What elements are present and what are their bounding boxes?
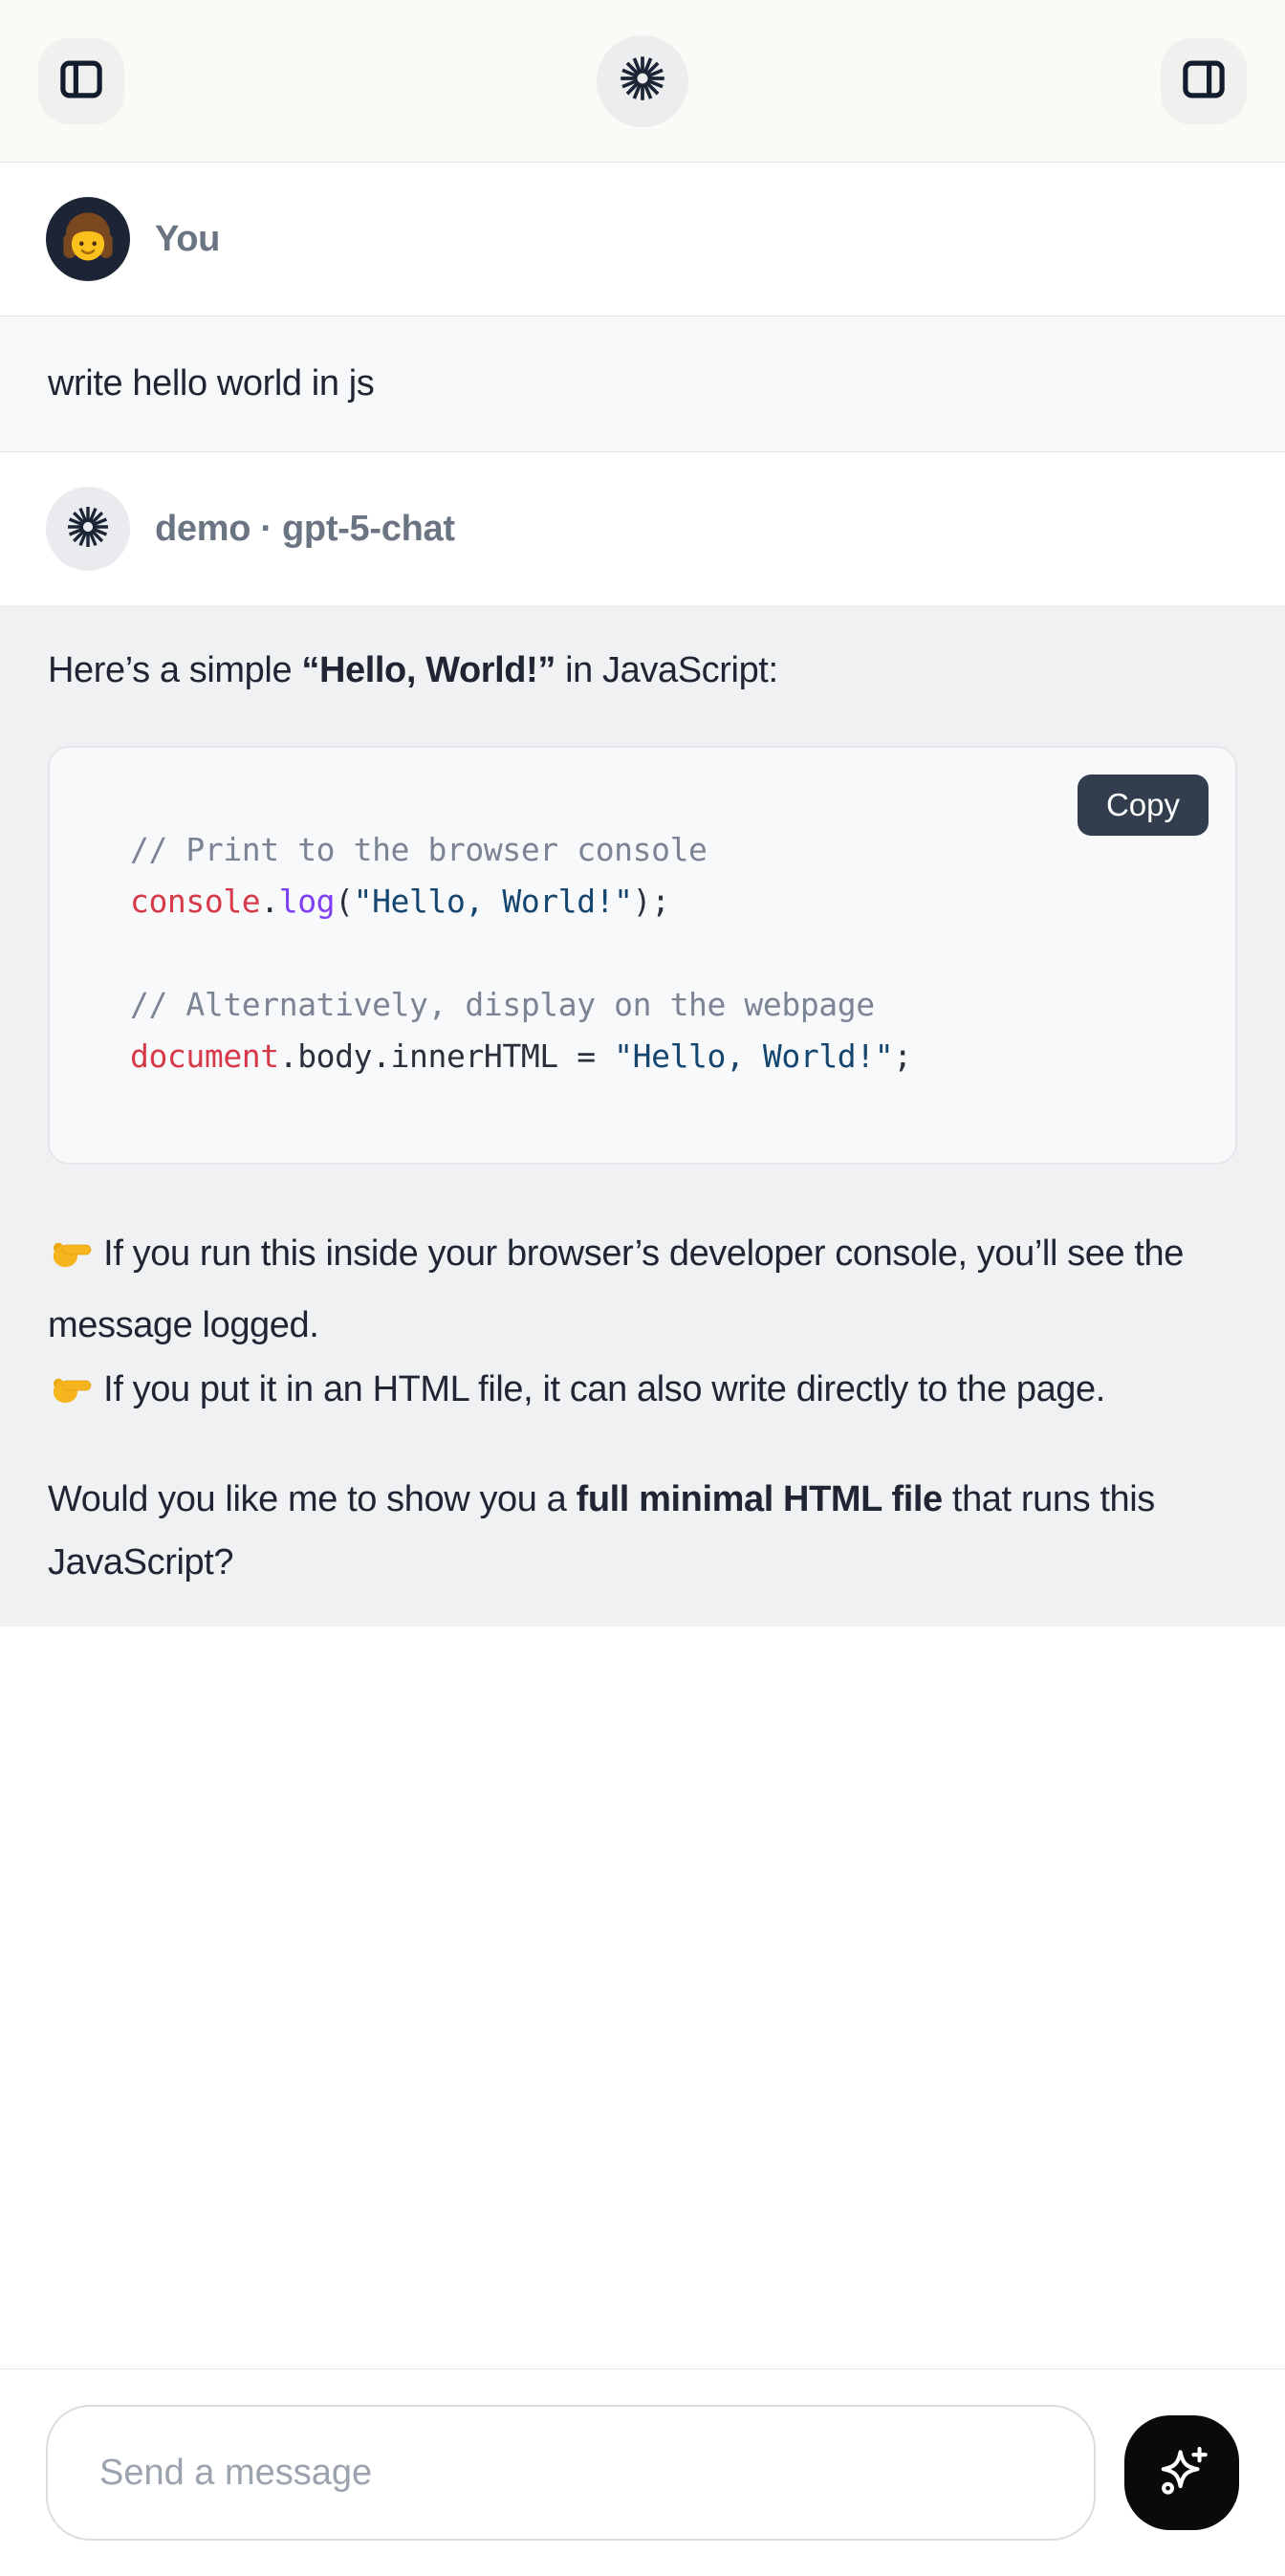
- top-bar: [0, 0, 1285, 163]
- chat-empty-space: [0, 1626, 1285, 2369]
- user-name-label: You: [155, 219, 220, 260]
- assistant-turn-header: demo · gpt-5-chat: [0, 452, 1285, 605]
- send-button[interactable]: [1124, 2415, 1239, 2530]
- copy-button[interactable]: Copy: [1078, 775, 1209, 836]
- sidebar-toggle-button[interactable]: [38, 38, 124, 124]
- composer: [0, 2369, 1285, 2576]
- user-turn-header: You: [0, 163, 1285, 316]
- pointing-right-icon: [48, 1365, 92, 1430]
- panel-left-icon: [55, 54, 107, 108]
- starburst-icon: [65, 504, 111, 555]
- chat-app: You write hello world in js demo · gpt-5…: [0, 0, 1285, 2576]
- starburst-logo-icon: [618, 54, 667, 108]
- message-input[interactable]: [46, 2405, 1096, 2541]
- code-content: // Print to the browser console console.…: [50, 748, 1235, 1164]
- user-message: write hello world in js: [0, 316, 1285, 452]
- app-logo: [597, 35, 688, 127]
- panel-right-icon: [1178, 54, 1230, 108]
- assistant-tips-text: If you run this inside your browser’s de…: [48, 1222, 1237, 1429]
- assistant-message: Here’s a simple “Hello, World!” in JavaS…: [0, 605, 1285, 1626]
- user-turn: You write hello world in js: [0, 163, 1285, 452]
- sparkle-icon: [1150, 2440, 1213, 2506]
- assistant-avatar: [46, 487, 130, 571]
- right-panel-toggle-button[interactable]: [1161, 38, 1247, 124]
- assistant-question-text: Would you like me to show you a full min…: [48, 1468, 1237, 1594]
- assistant-intro-text: Here’s a simple “Hello, World!” in JavaS…: [48, 642, 1237, 700]
- person-emoji-icon: [46, 197, 130, 281]
- assistant-turn: demo · gpt-5-chat Here’s a simple “Hello…: [0, 452, 1285, 1626]
- code-block: Copy // Print to the browser console con…: [48, 746, 1237, 1166]
- user-avatar: [46, 197, 130, 281]
- conversation: You write hello world in js demo · gpt-5…: [0, 163, 1285, 2369]
- assistant-name-label: demo · gpt-5-chat: [155, 509, 455, 550]
- pointing-right-icon: [48, 1230, 92, 1294]
